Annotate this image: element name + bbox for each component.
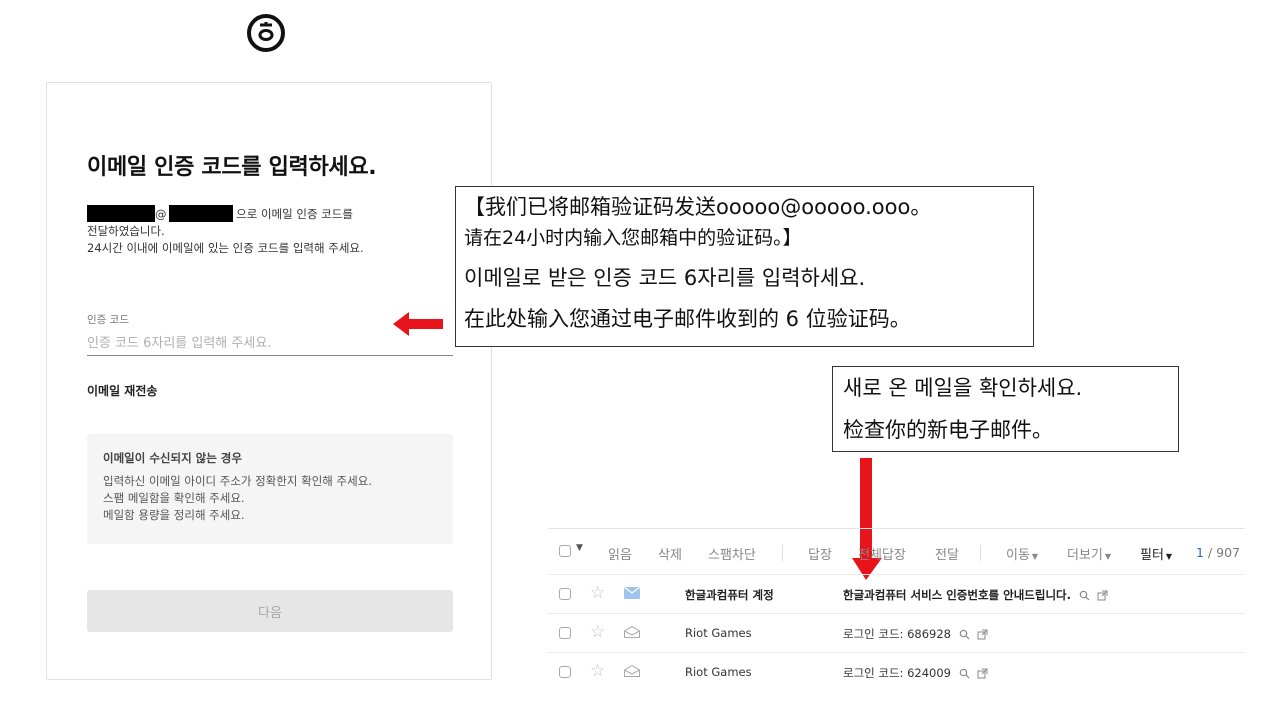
open-new-window-icon: [977, 668, 988, 679]
mail-subject[interactable]: 한글과컴퓨터 서비스 인증번호를 안내드립니다.: [843, 587, 1108, 604]
mail-row[interactable]: ☆ 한글과컴퓨터 계정 한글과컴퓨터 서비스 인증번호를 안내드립니다.: [548, 574, 1245, 613]
chevron-down-icon: ▼: [1165, 552, 1173, 561]
mail-sender: Riot Games: [685, 626, 752, 640]
move-button[interactable]: 이동 ▼: [1006, 544, 1038, 563]
more-button[interactable]: 더보기 ▼: [1067, 544, 1111, 563]
verification-card: 이메일 인증 코드를 입력하세요. @ 으로 이메일 인증 코드를 전달하였습니…: [46, 82, 492, 680]
verification-description: @ 으로 이메일 인증 코드를 전달하였습니다. 24시간 이내에 이메일에 있…: [87, 205, 364, 255]
row-checkbox[interactable]: [559, 627, 571, 639]
chevron-down-icon: ▼: [1031, 552, 1039, 561]
mail-row[interactable]: ☆ Riot Games 로그인 코드: 686928: [548, 613, 1245, 652]
open-new-window-icon: [1097, 590, 1108, 601]
chevron-down-icon: ▼: [1104, 552, 1112, 561]
annotation-zh-line2: 请在24小时内输入您邮箱中的验证码。】: [464, 227, 802, 249]
envelope-unread-icon: [624, 587, 640, 599]
next-button[interactable]: 다음: [87, 590, 453, 632]
resend-email-link[interactable]: 이메일 재전송: [87, 382, 157, 399]
code-field-label: 인증 코드: [87, 314, 129, 326]
help-line: 메일함 용량을 정리해 주세요.: [103, 508, 245, 522]
annotation2-ko-line: 새로 온 메일을 확인하세요.: [843, 376, 1083, 400]
chevron-down-icon[interactable]: ▼: [576, 543, 583, 553]
read-button[interactable]: 읽음: [608, 544, 632, 563]
hancom-logo-icon: [247, 14, 285, 52]
row-checkbox[interactable]: [559, 666, 571, 678]
star-icon[interactable]: ☆: [590, 623, 605, 641]
arrow-left-icon: [393, 312, 443, 336]
annotation2-zh-line: 检查你的新电子邮件。: [843, 418, 1053, 442]
envelope-open-icon: [624, 626, 640, 638]
reply-button[interactable]: 답장: [808, 544, 832, 563]
search-icon: [959, 629, 970, 640]
annotation-zh-line3: 在此处输入您通过电子邮件收到的 6 位验证码。: [464, 307, 911, 331]
select-all-checkbox[interactable]: [559, 545, 571, 561]
delete-button[interactable]: 삭제: [658, 544, 682, 563]
filter-button[interactable]: 필터 ▼: [1140, 544, 1172, 563]
search-icon: [959, 668, 970, 679]
redacted-email-user: [87, 205, 155, 222]
open-new-window-icon: [977, 629, 988, 640]
forward-button[interactable]: 전달: [935, 544, 959, 563]
envelope-open-icon: [624, 665, 640, 677]
mail-sender: Riot Games: [685, 665, 752, 679]
toolbar-divider: [782, 545, 783, 561]
spam-block-button[interactable]: 스팸차단: [708, 544, 756, 563]
star-icon[interactable]: ☆: [590, 662, 605, 680]
redacted-email-domain: [168, 205, 233, 222]
mail-list: ▼ 읽음 삭제 스팸차단 답장 전체답장 전달 이동 ▼ 더보기 ▼ 필터 ▼ 1 /…: [548, 528, 1245, 720]
help-line: 스팸 메일함을 확인해 주세요.: [103, 491, 245, 505]
mail-sender: 한글과컴퓨터 계정: [685, 588, 774, 602]
mail-toolbar: ▼ 읽음 삭제 스팸차단 답장 전체답장 전달 이동 ▼ 더보기 ▼ 필터 ▼ 1 /…: [548, 528, 1245, 574]
annotation-zh-line1: 【我们已将邮箱验证码发送ooooo@ooooo.ooo。: [464, 195, 932, 219]
toolbar-divider: [980, 545, 981, 561]
help-line: 입력하신 이메일 아이디 주소가 정확한지 확인해 주세요.: [103, 474, 372, 488]
reply-all-button[interactable]: 전체답장: [858, 544, 906, 563]
page-title: 이메일 인증 코드를 입력하세요.: [87, 155, 377, 180]
mail-subject[interactable]: 로그인 코드: 686928: [843, 626, 988, 643]
row-checkbox[interactable]: [559, 588, 571, 600]
mail-row[interactable]: ☆ Riot Games 로그인 코드: 624009: [548, 652, 1245, 691]
help-title: 이메일이 수신되지 않는 경우: [103, 451, 242, 465]
mail-subject[interactable]: 로그인 코드: 624009: [843, 665, 988, 682]
annotation-box-code: 【我们已将邮箱验证码发送ooooo@ooooo.ooo。 请在24小时内输入您邮…: [455, 186, 1034, 347]
star-icon[interactable]: ☆: [590, 584, 605, 602]
help-box: 이메일이 수신되지 않는 경우 입력하신 이메일 아이디 주소가 정확한지 확인…: [87, 434, 453, 544]
annotation-ko-line: 이메일로 받은 인증 코드 6자리를 입력하세요.: [464, 266, 866, 290]
annotation-box-mail: 새로 온 메일을 확인하세요. 检查你的新电子邮件。: [832, 366, 1179, 452]
search-icon: [1079, 590, 1090, 601]
page-counter: 1 / 907: [1196, 545, 1240, 560]
